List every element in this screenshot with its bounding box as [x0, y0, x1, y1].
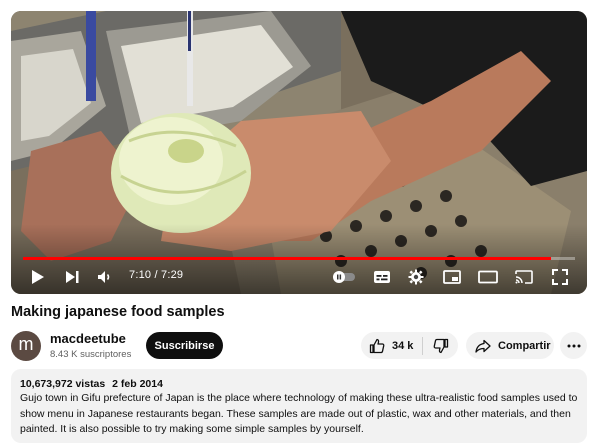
subscriber-count: 8.43 K suscriptores	[50, 349, 132, 360]
time-total: 7:29	[161, 269, 184, 281]
theater-icon	[478, 270, 498, 284]
view-count: 10,673,972 vistas	[20, 378, 106, 390]
miniplayer-button[interactable]	[441, 265, 463, 289]
time-separator: /	[151, 269, 161, 281]
upload-date: 2 feb 2014	[112, 378, 163, 390]
play-icon	[32, 270, 44, 284]
progress-bar[interactable]	[23, 257, 575, 260]
more-actions-button[interactable]	[560, 332, 587, 359]
time-current: 7:10	[129, 269, 152, 281]
description-meta: 10,673,972 vistas 2 feb 2014	[20, 378, 578, 390]
subscribe-button[interactable]: Suscribirse	[146, 332, 223, 359]
volume-button[interactable]	[93, 265, 117, 289]
more-horiz-icon	[567, 344, 580, 347]
like-button[interactable]: 34 k	[361, 332, 422, 359]
avatar[interactable]: m	[11, 331, 41, 361]
like-count: 34 k	[392, 339, 414, 352]
fullscreen-button[interactable]	[549, 265, 571, 289]
description-text: Gujo town in Gifu prefecture of Japan is…	[20, 392, 578, 435]
share-label: Compartir	[498, 339, 551, 352]
fullscreen-icon	[552, 269, 568, 285]
thumbs-up-icon	[369, 338, 385, 353]
description-box[interactable]: 10,673,972 vistas 2 feb 2014 Gujo town i…	[11, 369, 587, 443]
volume-icon	[98, 271, 110, 283]
next-button[interactable]	[60, 265, 84, 289]
subtitles-icon	[374, 271, 390, 283]
like-dislike-group: 34 k	[361, 332, 458, 359]
video-player[interactable]: 7:10 / 7:29	[11, 11, 587, 294]
share-button[interactable]: Compartir	[466, 332, 554, 359]
dislike-button[interactable]	[423, 332, 458, 359]
settings-icon	[408, 269, 424, 285]
video-title: Making japanese food samples	[11, 304, 225, 320]
autoplay-toggle[interactable]	[331, 265, 357, 289]
time-display: 7:10 / 7:29	[129, 269, 183, 281]
play-button[interactable]	[25, 265, 49, 289]
subtitles-button[interactable]	[371, 265, 393, 289]
autoplay-toggle-icon	[333, 271, 355, 283]
cast-icon	[515, 270, 533, 284]
channel-name[interactable]: macdeetube	[50, 331, 126, 346]
settings-button[interactable]	[405, 265, 427, 289]
progress-played	[23, 257, 552, 260]
theater-button[interactable]	[476, 265, 500, 289]
next-icon	[66, 271, 79, 283]
thumbs-down-icon	[433, 338, 448, 353]
cast-button[interactable]	[512, 265, 536, 289]
miniplayer-icon	[443, 270, 461, 284]
share-icon	[475, 339, 491, 353]
